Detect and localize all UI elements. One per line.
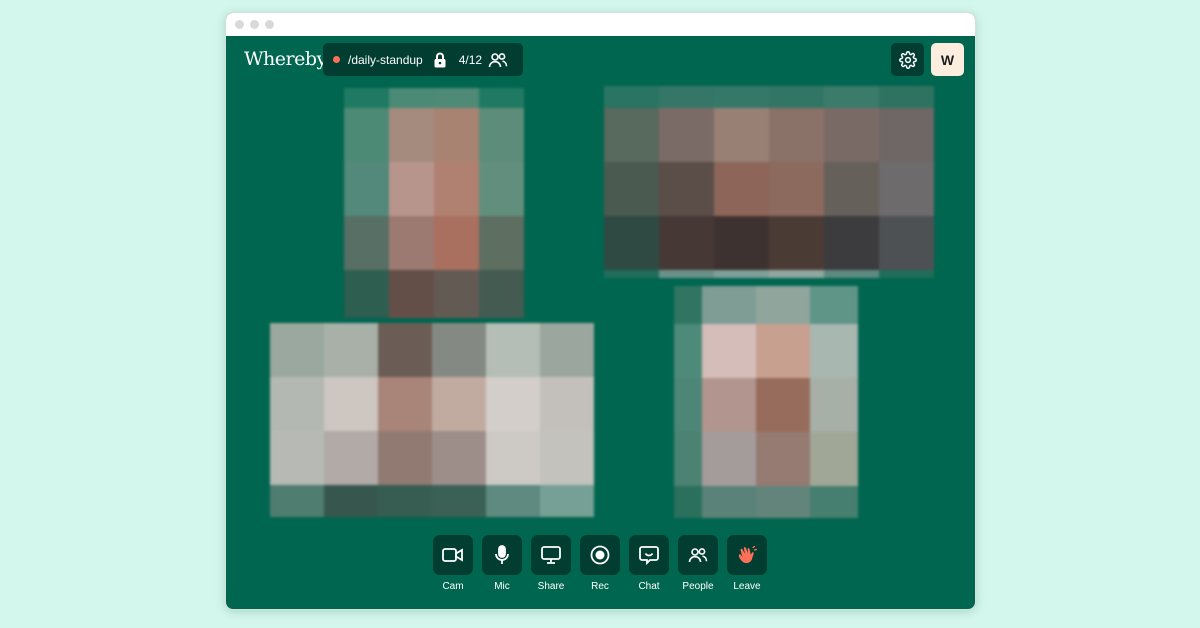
window-chrome (226, 13, 975, 36)
chat-control: Chat (629, 535, 669, 592)
people-button[interactable] (678, 535, 718, 575)
people-icon (488, 52, 508, 68)
participant-count: 4/12 (458, 52, 483, 67)
window-dot-close[interactable] (235, 20, 244, 29)
people-control: People (678, 535, 718, 592)
mic-label: Mic (494, 581, 510, 592)
video-tile-2[interactable] (604, 86, 934, 278)
app-window: Whereby /daily-standup 4/12 W Cam Mic Sh… (225, 12, 976, 610)
people-label: People (682, 581, 714, 592)
screen-share-icon (541, 546, 561, 564)
record-icon (590, 545, 610, 565)
rec-control: Rec (580, 535, 620, 592)
cam-control: Cam (433, 535, 473, 592)
video-tile-3[interactable] (270, 323, 594, 517)
room-info[interactable]: /daily-standup 4/12 (323, 43, 523, 76)
window-dot-minimize[interactable] (250, 20, 259, 29)
chat-label: Chat (638, 581, 660, 592)
cam-button[interactable] (433, 535, 473, 575)
share-button[interactable] (531, 535, 571, 575)
window-dot-maximize[interactable] (265, 20, 274, 29)
leave-button[interactable] (727, 535, 767, 575)
room-name: /daily-standup (348, 52, 423, 67)
live-indicator (333, 56, 340, 63)
rec-label: Rec (591, 581, 609, 592)
app-logo: Whereby (244, 48, 327, 70)
share-label: Share (537, 581, 565, 592)
mic-control: Mic (482, 535, 522, 592)
people-icon (688, 547, 708, 563)
mic-icon (494, 545, 510, 565)
settings-button[interactable] (891, 43, 924, 76)
video-tile-4[interactable] (674, 286, 858, 518)
chat-button[interactable] (629, 535, 669, 575)
camera-icon (442, 547, 464, 563)
mic-button[interactable] (482, 535, 522, 575)
avatar[interactable]: W (931, 43, 964, 76)
control-bar: Cam Mic Share Rec Chat People Leave (433, 535, 767, 592)
cam-label: Cam (442, 581, 464, 592)
lock-icon[interactable] (433, 52, 447, 68)
leave-label: Leave (733, 581, 761, 592)
gear-icon (898, 50, 917, 69)
wave-hand-icon (737, 545, 757, 565)
leave-control: Leave (727, 535, 767, 592)
share-control: Share (531, 535, 571, 592)
rec-button[interactable] (580, 535, 620, 575)
chat-icon (639, 545, 659, 565)
video-tile-1[interactable] (344, 88, 524, 318)
